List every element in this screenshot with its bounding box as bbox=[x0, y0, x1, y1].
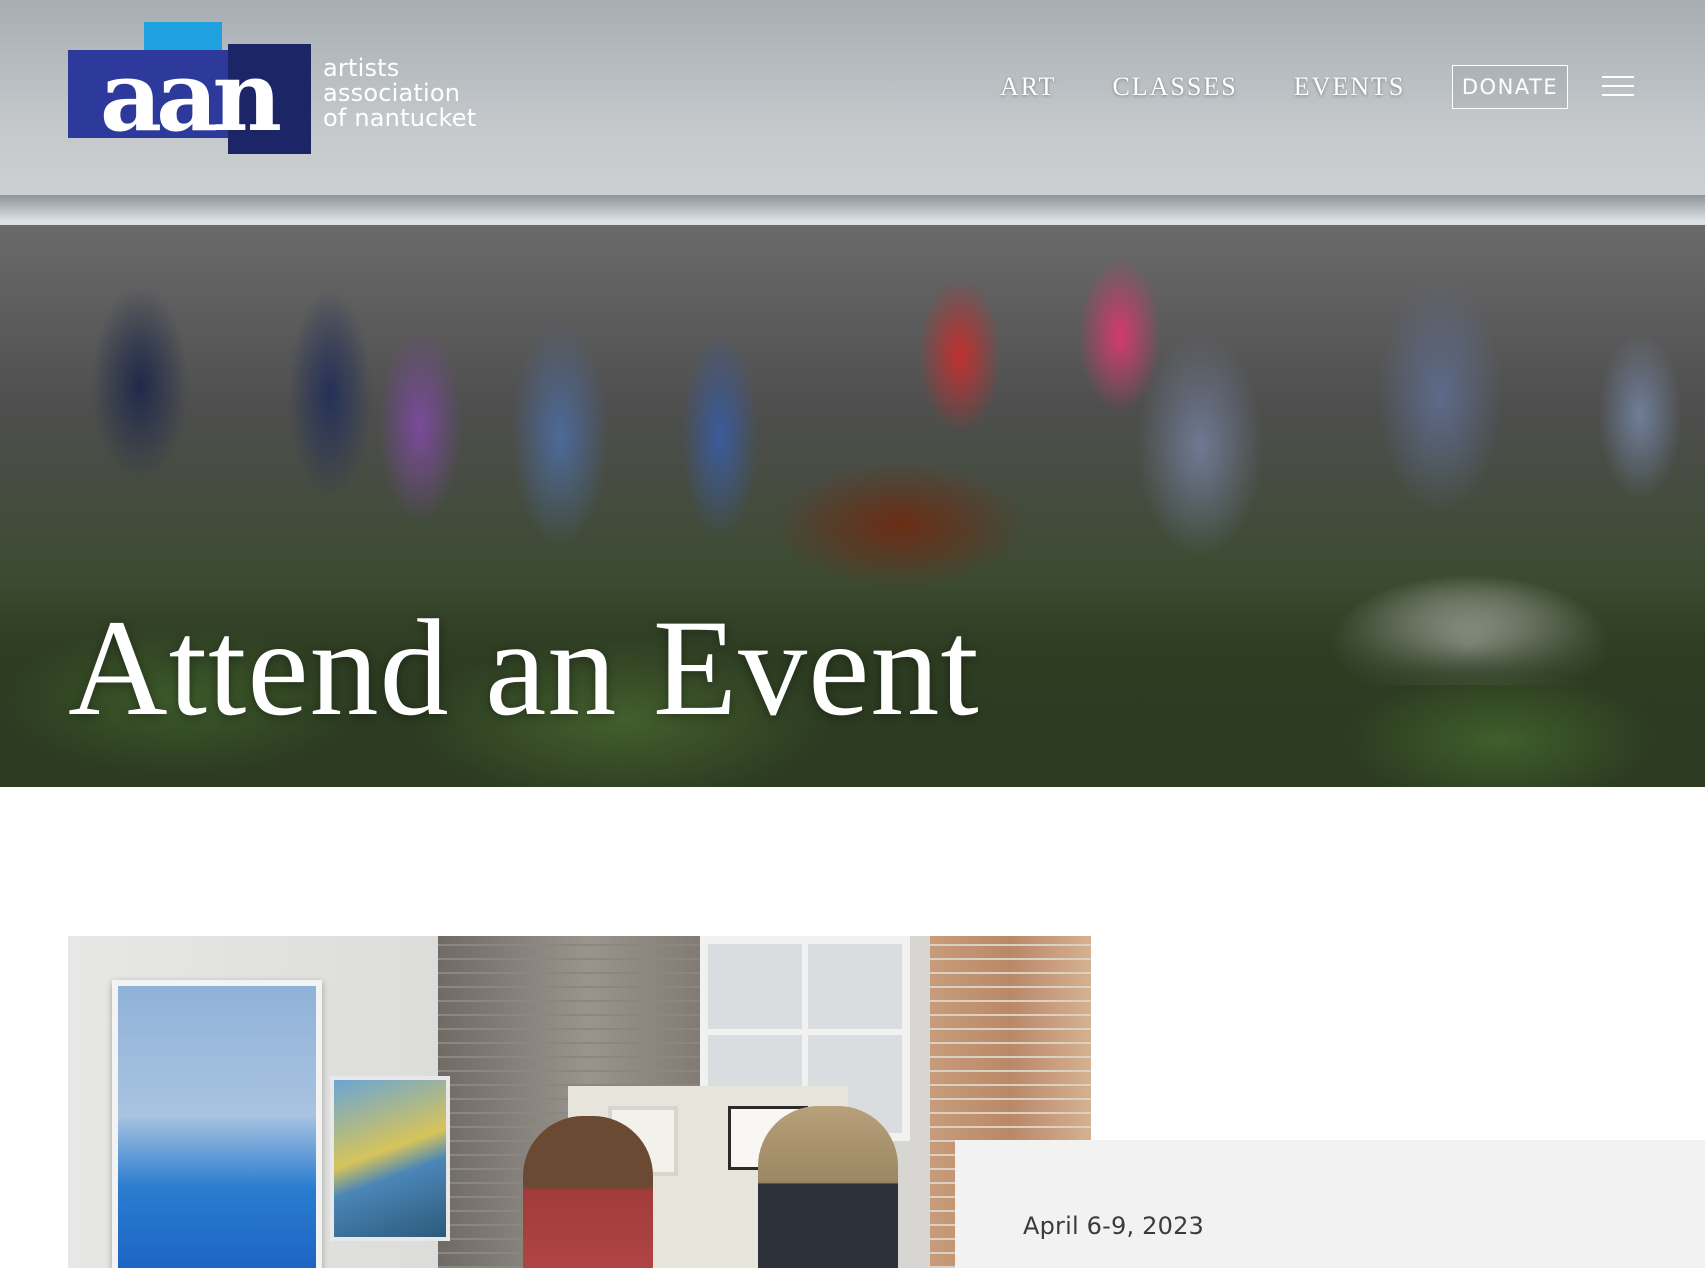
event-photo-visitor bbox=[523, 1116, 653, 1268]
event-photo-visitor bbox=[758, 1106, 898, 1268]
hamburger-bar bbox=[1602, 85, 1634, 87]
logo-line: artists bbox=[323, 54, 400, 82]
aan-logo-mark: aan bbox=[68, 22, 311, 154]
main-nav: ART CLASSES EVENTS bbox=[1000, 64, 1461, 110]
hamburger-bar bbox=[1602, 94, 1634, 96]
event-photo-painting bbox=[112, 980, 322, 1268]
hamburger-bar bbox=[1602, 76, 1634, 78]
logo-wordmark: artists association of nantucket bbox=[323, 56, 476, 131]
event-photo-painting bbox=[330, 1076, 450, 1241]
site-logo[interactable]: aan artists association of nantucket bbox=[68, 22, 488, 154]
logo-mark-text: aan bbox=[100, 40, 280, 153]
event-card-image[interactable] bbox=[68, 936, 1091, 1268]
donate-button[interactable]: DONATE bbox=[1452, 65, 1568, 109]
hamburger-icon[interactable] bbox=[1602, 72, 1634, 100]
logo-line: association bbox=[323, 79, 461, 107]
nav-classes[interactable]: CLASSES bbox=[1112, 72, 1237, 102]
logo-line: of nantucket bbox=[323, 104, 477, 132]
event-date: April 6-9, 2023 bbox=[1023, 1212, 1205, 1240]
page-title: Attend an Event bbox=[68, 591, 980, 744]
hero-banner: aan artists association of nantucket ART… bbox=[0, 0, 1705, 787]
nav-art[interactable]: ART bbox=[1000, 72, 1056, 102]
nav-events[interactable]: EVENTS bbox=[1294, 72, 1406, 102]
event-info-panel: April 6-9, 2023 bbox=[955, 1140, 1705, 1268]
